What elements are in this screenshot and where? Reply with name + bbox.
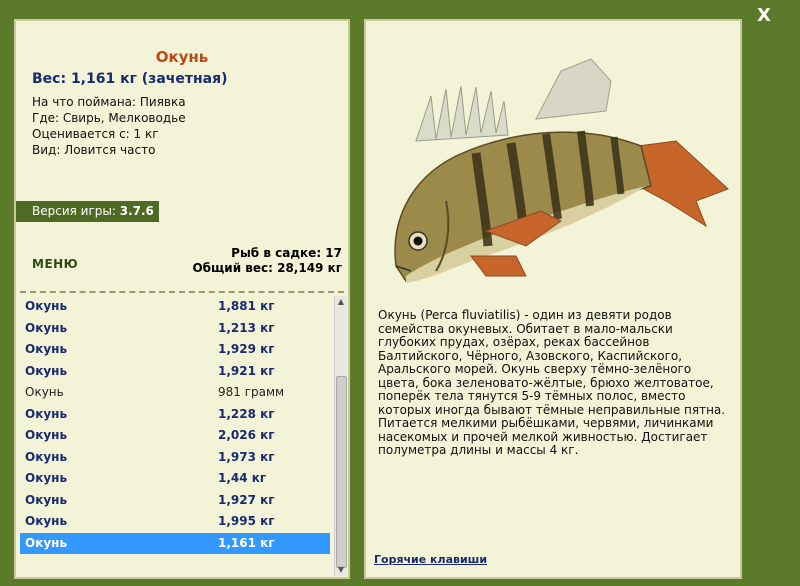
scroll-down-icon[interactable]: ▼ [335, 564, 347, 576]
catch-fish-name: Окунь [25, 428, 68, 442]
version-label: Версия игры: [32, 204, 116, 218]
catch-list-row[interactable]: Окунь 1,44 кг [20, 468, 330, 490]
catch-list-row[interactable]: Окунь 2,026 кг [20, 425, 330, 447]
catch-fish-weight: 1,213 кг [218, 320, 275, 335]
catch-fish-name: Окунь [25, 406, 68, 421]
catch-fish-name: Окунь [25, 535, 68, 550]
fish-info-panel: Окунь Вес: 1,161 кг (зачетная) На что по… [14, 19, 350, 579]
catch-fish-weight: 2,026 кг [218, 428, 275, 442]
catch-fish-name: Окунь [25, 342, 68, 356]
menu-button[interactable]: МЕНЮ [32, 257, 78, 271]
catch-list: Окунь 1,881 кг Окунь 1,213 кг Окунь 1,929 кг О… [20, 296, 330, 554]
catch-list-row[interactable]: Окунь 1,161 кг [20, 532, 330, 554]
close-button[interactable]: X [752, 4, 776, 28]
catch-fish-name: Окунь [25, 363, 68, 378]
scrollbar[interactable]: ▲ ▼ [334, 296, 347, 576]
catch-fish-weight: 1,921 кг [218, 363, 275, 378]
catch-fish-name: Окунь [25, 320, 68, 335]
scroll-thumb[interactable] [336, 376, 347, 568]
version-value: 3.7.6 [119, 204, 154, 218]
fish-kind: Вид: Ловится часто [32, 143, 156, 157]
rated-from: Оценивается с: 1 кг [32, 127, 159, 141]
catch-fish-weight: 1,995 кг [218, 514, 275, 528]
catch-fish-name: Окунь [25, 299, 68, 313]
catch-list-row[interactable]: Окунь 1,921 кг [20, 361, 330, 383]
catch-fish-name: Окунь [25, 471, 68, 485]
catch-fish-weight: 1,973 кг [218, 449, 275, 464]
fish-count: Рыб в садке: 17 [231, 246, 342, 260]
catch-fish-weight: 1,881 кг [218, 299, 275, 313]
fish-weight: Вес: 1,161 кг (зачетная) [32, 71, 228, 87]
catch-fish-weight: 1,44 кг [218, 471, 267, 485]
cage-stats: Рыб в садке: 17 Общий вес: 28,149 кг [192, 246, 342, 276]
catch-list-row[interactable]: Окунь 981 грамм [20, 382, 330, 404]
catch-list-row[interactable]: Окунь 1,995 кг [20, 511, 330, 533]
catch-list-row[interactable]: Окунь 1,929 кг [20, 339, 330, 361]
fish-description: Окунь (Perca fluviatilis) - один из девя… [378, 308, 726, 457]
scroll-up-icon[interactable]: ▲ [335, 296, 347, 308]
hotkeys-link[interactable]: Горячие клавиши [374, 553, 487, 566]
catch-list-row[interactable]: Окунь 1,881 кг [20, 296, 330, 318]
catch-location: Где: Свирь, Мелководье [32, 111, 186, 125]
fish-title: Окунь [155, 48, 209, 66]
divider [20, 291, 344, 293]
fish-image [394, 58, 729, 283]
catch-fish-weight: 981 грамм [218, 385, 285, 399]
fish-detail-panel: Окунь (Perca fluviatilis) - один из девя… [364, 19, 742, 579]
catch-list-row[interactable]: Окунь 1,228 кг [20, 404, 330, 426]
caught-with: На что поймана: Пиявка [32, 95, 186, 109]
total-weight: Общий вес: 28,149 кг [192, 261, 342, 275]
catch-list-row[interactable]: Окунь 1,973 кг [20, 447, 330, 469]
catch-fish-weight: 1,929 кг [218, 342, 275, 356]
version-badge: Версия игры: 3.7.6 [16, 201, 159, 222]
catch-list-row[interactable]: Окунь 1,213 кг [20, 318, 330, 340]
catch-fish-name: Окунь [25, 514, 68, 528]
catch-fish-weight: 1,228 кг [218, 406, 275, 421]
catch-list-row[interactable]: Окунь 1,927 кг [20, 490, 330, 512]
catch-fish-weight: 1,927 кг [218, 492, 275, 507]
catch-fish-name: Окунь [25, 385, 64, 399]
catch-fish-name: Окунь [25, 492, 68, 507]
catch-fish-weight: 1,161 кг [218, 535, 275, 550]
catch-fish-name: Окунь [25, 449, 68, 464]
